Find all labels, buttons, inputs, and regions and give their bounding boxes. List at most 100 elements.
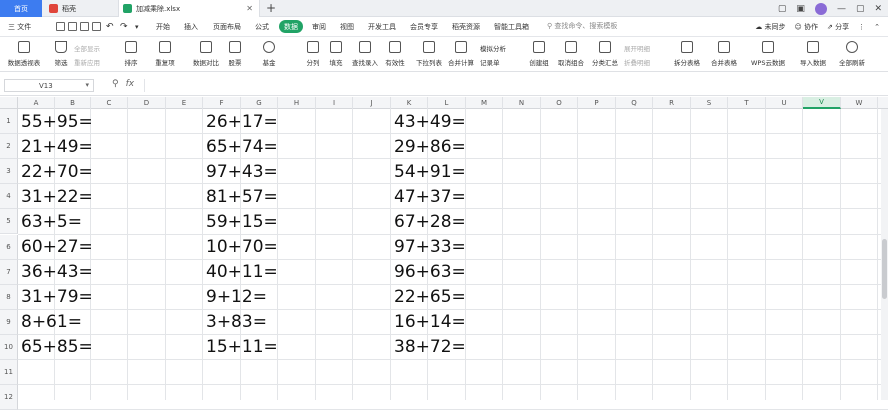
column-header-g[interactable]: G — [241, 97, 278, 109]
maximize-icon[interactable]: ▢ — [856, 4, 865, 14]
tab-workbook[interactable]: 加减乘除.xlsx ✕ — [118, 0, 260, 17]
cell-k5[interactable]: 67+28= — [394, 209, 466, 234]
row-header-9[interactable]: 9 — [0, 309, 18, 335]
select-all-corner[interactable] — [0, 97, 18, 109]
cell-f3[interactable]: 97+43= — [206, 159, 278, 184]
menu-insert[interactable]: 插入 — [184, 17, 198, 37]
preview-icon[interactable] — [92, 22, 101, 31]
menu-data[interactable]: 数据 — [279, 20, 303, 33]
row-header-7[interactable]: 7 — [0, 259, 18, 285]
cell-f6[interactable]: 10+70= — [206, 235, 278, 260]
vertical-scrollbar[interactable] — [881, 109, 888, 400]
row-header-10[interactable]: 10 — [0, 334, 18, 360]
column-header-n[interactable]: N — [503, 97, 541, 109]
pivot-table-button[interactable]: 数据透视表 — [4, 40, 44, 70]
ungroup-button[interactable]: 取消组合 — [556, 40, 586, 70]
reapply-button[interactable]: 重新应用 — [74, 57, 100, 67]
column-header-j[interactable]: J — [353, 97, 391, 109]
group-button[interactable]: 创建组 — [527, 40, 551, 70]
cell-f9[interactable]: 3+83= — [206, 310, 267, 335]
menu-formulas[interactable]: 公式 — [255, 17, 269, 37]
cell-a4[interactable]: 31+22= — [21, 184, 93, 209]
cell-a3[interactable]: 22+70= — [21, 159, 93, 184]
quick-access-more-icon[interactable]: ▾ — [135, 17, 139, 37]
cell-k9[interactable]: 16+14= — [394, 310, 466, 335]
cell-f7[interactable]: 40+11= — [206, 260, 278, 285]
split-table-button[interactable]: 拆分表格 — [671, 40, 703, 70]
print-icon[interactable] — [80, 22, 89, 31]
cell-f1[interactable]: 26+17= — [206, 109, 278, 134]
export-pdf-icon[interactable] — [68, 22, 77, 31]
more-icon[interactable]: ⋮ — [858, 23, 865, 31]
row-header-1[interactable]: 1 — [0, 109, 18, 135]
column-header-r[interactable]: R — [653, 97, 691, 109]
cell-a1[interactable]: 55+95= — [21, 109, 93, 134]
show-detail-button[interactable]: 展开明细 — [624, 43, 650, 53]
column-header-a[interactable]: A — [18, 97, 55, 109]
close-window-icon[interactable]: ✕ — [874, 4, 882, 14]
split-column-button[interactable]: 分列 — [300, 40, 326, 70]
cell-a8[interactable]: 31+79= — [21, 285, 93, 310]
column-header-s[interactable]: S — [691, 97, 728, 109]
close-tab-icon[interactable]: ✕ — [246, 4, 253, 13]
cell-k3[interactable]: 54+91= — [394, 159, 466, 184]
sort-button[interactable]: 排序 — [118, 40, 144, 70]
cell-a7[interactable]: 36+43= — [21, 260, 93, 285]
column-header-c[interactable]: C — [91, 97, 128, 109]
column-header-l[interactable]: L — [428, 97, 466, 109]
zoom-icon[interactable]: ⚲ — [112, 79, 119, 89]
merge-table-button[interactable]: 合并表格 — [708, 40, 740, 70]
cell-a2[interactable]: 21+49= — [21, 134, 93, 159]
fx-icon[interactable]: fx — [126, 79, 135, 89]
row-header-6[interactable]: 6 — [0, 234, 18, 260]
column-header-v[interactable]: V — [803, 97, 841, 109]
show-all-button[interactable]: 全部显示 — [74, 43, 100, 53]
menu-view[interactable]: 视图 — [340, 17, 354, 37]
import-data-button[interactable]: 导入数据 — [796, 40, 830, 70]
column-header-h[interactable]: H — [278, 97, 316, 109]
cell-a5[interactable]: 63+5= — [21, 209, 82, 234]
tab-home[interactable]: 首页 — [0, 0, 42, 17]
hide-detail-button[interactable]: 折叠明细 — [624, 57, 650, 67]
share-button[interactable]: ⇗ 分享 — [827, 22, 849, 32]
chevron-down-icon[interactable]: ▾ — [85, 81, 89, 89]
stocks-button[interactable]: 股票 — [224, 40, 246, 70]
tabs-icon[interactable]: ▣ — [796, 4, 805, 14]
fill-button[interactable]: 填充 — [324, 40, 348, 70]
validation-button[interactable]: 有效性 — [381, 40, 409, 70]
menu-developer[interactable]: 开发工具 — [368, 17, 396, 37]
wps-cloud-data-button[interactable]: WPS云数据 — [748, 40, 788, 70]
row-header-12[interactable]: 12 — [0, 385, 18, 410]
row-header-8[interactable]: 8 — [0, 284, 18, 310]
cell-f5[interactable]: 59+15= — [206, 209, 278, 234]
column-header-f[interactable]: F — [203, 97, 241, 109]
cell-k7[interactable]: 96+63= — [394, 260, 466, 285]
cell-f8[interactable]: 9+12= — [206, 285, 267, 310]
scrollbar-thumb[interactable] — [882, 239, 887, 299]
row-header-2[interactable]: 2 — [0, 134, 18, 160]
command-search[interactable]: ⚲ 查找命令、搜索模板 — [547, 21, 617, 31]
menu-member[interactable]: 会员专享 — [410, 17, 438, 37]
menu-smart-toolbox[interactable]: 智能工具箱 — [494, 17, 529, 37]
column-header-o[interactable]: O — [541, 97, 578, 109]
name-box[interactable]: V13 ▾ — [4, 79, 94, 92]
layout-icon[interactable]: ▢ — [778, 4, 787, 14]
subtotal-button[interactable]: 分类汇总 — [590, 40, 620, 70]
column-header-w[interactable]: W — [841, 97, 878, 109]
column-header-q[interactable]: Q — [616, 97, 653, 109]
row-header-11[interactable]: 11 — [0, 360, 18, 386]
cell-a10[interactable]: 65+85= — [21, 335, 93, 360]
consolidate-button[interactable]: 合并计算 — [446, 40, 476, 70]
redo-icon[interactable]: ↷ — [120, 17, 128, 37]
row-header-4[interactable]: 4 — [0, 184, 18, 210]
file-menu[interactable]: 三 文件 — [8, 17, 31, 37]
tab-docer[interactable]: 稻壳 — [45, 0, 115, 17]
cell-k6[interactable]: 97+33= — [394, 235, 466, 260]
data-form-button[interactable]: 记录单 — [480, 57, 500, 67]
fund-button[interactable]: 基金 — [256, 40, 282, 70]
menu-page-layout[interactable]: 页面布局 — [213, 17, 241, 37]
column-header-t[interactable]: T — [728, 97, 766, 109]
column-header-m[interactable]: M — [466, 97, 503, 109]
cell-f4[interactable]: 81+57= — [206, 184, 278, 209]
cell-f10[interactable]: 15+11= — [206, 335, 278, 360]
